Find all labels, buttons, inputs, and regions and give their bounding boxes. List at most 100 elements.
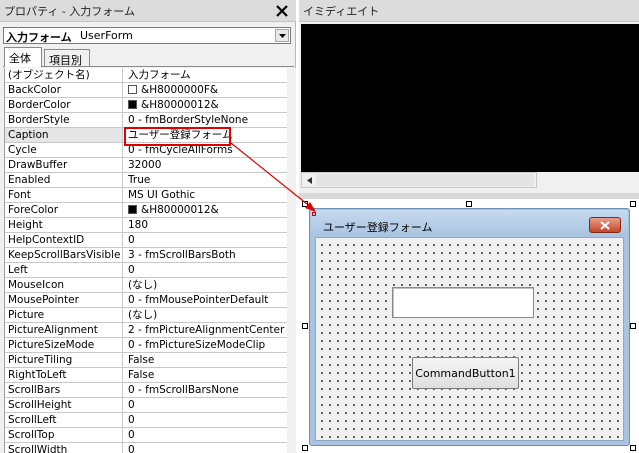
property-name: RightToLeft <box>5 368 123 382</box>
property-name: PictureAlignment <box>5 323 123 337</box>
userform-title-bar[interactable]: ユーザー登録フォーム <box>311 210 628 236</box>
property-value[interactable]: &H8000000F& <box>125 83 287 97</box>
property-value[interactable]: 0 <box>125 233 287 247</box>
property-value-text: (なし) <box>128 279 158 291</box>
userform-window[interactable]: ユーザー登録フォーム CommandButton1 <box>309 208 630 446</box>
property-value[interactable]: 180 <box>125 218 287 232</box>
property-value-text: &H80000012& <box>141 204 219 216</box>
property-value-text: 2 - fmPictureAlignmentCenter <box>128 324 285 336</box>
property-row[interactable]: ScrollWidth 0 <box>5 443 287 453</box>
property-value-text: MS UI Gothic <box>128 189 196 201</box>
property-row[interactable]: RightToLeft False <box>5 368 287 383</box>
property-name: ScrollTop <box>5 428 123 442</box>
property-name: HelpContextID <box>5 233 123 247</box>
property-row[interactable]: ScrollHeight 0 <box>5 398 287 413</box>
property-value-text: 180 <box>128 219 149 231</box>
property-row[interactable]: HelpContextID 0 <box>5 233 287 248</box>
immediate-title-bar[interactable]: イミディエイト <box>299 0 639 22</box>
property-row[interactable]: Enabled True <box>5 173 287 188</box>
property-row[interactable]: KeepScrollBarsVisible 3 - fmScrollBarsBot… <box>5 248 287 263</box>
property-row[interactable]: BorderStyle 0 - fmBorderStyleNone <box>5 113 287 128</box>
property-row[interactable]: PictureAlignment 2 - fmPictureAlignmentCe… <box>5 323 287 338</box>
resize-handle-top-right[interactable] <box>630 201 636 207</box>
properties-title: プロパティ - 入力フォーム <box>4 5 135 18</box>
object-selector-type: UserForm <box>80 29 133 42</box>
resize-handle-top[interactable] <box>466 201 472 207</box>
property-value[interactable]: 3 - fmScrollBarsBoth <box>125 248 287 262</box>
property-grid-scrollbar[interactable] <box>288 68 296 453</box>
property-row[interactable]: PictureSizeMode 0 - fmPictureSizeModeClip <box>5 338 287 353</box>
property-row[interactable]: MouseIcon (なし) <box>5 278 287 293</box>
property-value[interactable]: ユーザー登録フォーム <box>125 128 287 142</box>
property-value[interactable]: 32000 <box>125 158 287 172</box>
property-row[interactable]: Cycle 0 - fmCycleAllForms <box>5 143 287 158</box>
close-icon[interactable] <box>272 2 291 20</box>
property-value-text: 0 <box>128 429 135 441</box>
property-value[interactable]: 0 <box>125 443 287 453</box>
property-row[interactable]: ScrollTop 0 <box>5 428 287 443</box>
property-value[interactable]: 0 <box>125 428 287 442</box>
property-name: DrawBuffer <box>5 158 123 172</box>
object-selector[interactable]: 入力フォーム UserForm <box>3 27 291 44</box>
property-row[interactable]: Caption ユーザー登録フォーム <box>5 128 287 143</box>
immediate-input-area[interactable] <box>301 24 639 172</box>
textbox-control[interactable] <box>392 287 534 318</box>
property-value-text: 入力フォーム <box>128 69 191 81</box>
property-value[interactable]: 0 - fmBorderStyleNone <box>125 113 287 127</box>
property-row[interactable]: Font MS UI Gothic <box>5 188 287 203</box>
property-name: Font <box>5 188 123 202</box>
resize-handle-left[interactable] <box>302 323 308 329</box>
property-value[interactable]: &H80000012& <box>125 98 287 112</box>
property-row[interactable]: MousePointer 0 - fmMousePointerDefault <box>5 293 287 308</box>
resize-handle-bottom-right[interactable] <box>630 445 636 451</box>
property-row[interactable]: DrawBuffer 32000 <box>5 158 287 173</box>
close-icon[interactable] <box>589 217 621 233</box>
property-value-text: 0 - fmBorderStyleNone <box>128 114 249 126</box>
scroll-left-arrow-icon[interactable] <box>304 175 314 185</box>
property-row[interactable]: BorderColor &H80000012& <box>5 98 287 113</box>
tab-categorized[interactable]: 項目別 <box>44 49 90 67</box>
property-value[interactable]: 0 - fmMousePointerDefault <box>125 293 287 307</box>
property-row[interactable]: PictureTiling False <box>5 353 287 368</box>
property-row[interactable]: ScrollBars 0 - fmScrollBarsNone <box>5 383 287 398</box>
userform-client-area[interactable]: CommandButton1 <box>315 237 624 441</box>
property-value[interactable]: MS UI Gothic <box>125 188 287 202</box>
property-value-text: 0 <box>128 444 135 453</box>
property-value[interactable]: 0 - fmScrollBarsNone <box>125 383 287 397</box>
properties-window: プロパティ - 入力フォーム 入力フォーム UserForm 全体 項目別 (オ… <box>0 0 296 453</box>
property-row[interactable]: BackColor &H8000000F& <box>5 83 287 98</box>
property-value[interactable]: 0 - fmCycleAllForms <box>125 143 287 157</box>
command-button[interactable]: CommandButton1 <box>412 357 519 389</box>
property-row[interactable]: ScrollLeft 0 <box>5 413 287 428</box>
property-name: Caption <box>5 128 123 142</box>
chevron-down-icon[interactable] <box>275 29 289 42</box>
property-value-text: &H8000000F& <box>141 84 219 96</box>
property-row[interactable]: ForeColor &H80000012& <box>5 203 287 218</box>
resize-handle-top-left[interactable] <box>302 201 308 207</box>
property-value[interactable]: (なし) <box>125 308 287 322</box>
resize-handle-bottom-left[interactable] <box>302 445 308 451</box>
property-name: ScrollWidth <box>5 443 123 453</box>
userform-caption: ユーザー登録フォーム <box>323 221 433 234</box>
immediate-horizontal-scrollbar[interactable] <box>301 172 537 188</box>
property-value[interactable]: 2 - fmPictureAlignmentCenter <box>125 323 287 337</box>
property-row[interactable]: Picture (なし) <box>5 308 287 323</box>
property-row[interactable]: Left 0 <box>5 263 287 278</box>
property-value[interactable]: (なし) <box>125 278 287 292</box>
property-value[interactable]: 入力フォーム <box>125 68 287 82</box>
property-value[interactable]: True <box>125 173 287 187</box>
property-value[interactable]: False <box>125 353 287 367</box>
resize-handle-right[interactable] <box>630 323 636 329</box>
property-value[interactable]: 0 - fmPictureSizeModeClip <box>125 338 287 352</box>
property-value[interactable]: &H80000012& <box>125 203 287 217</box>
tab-divider <box>3 66 294 67</box>
property-row[interactable]: (オブジェクト名) 入力フォーム <box>5 68 287 83</box>
property-row[interactable]: Height 180 <box>5 218 287 233</box>
tab-alphabetic[interactable]: 全体 <box>4 47 42 67</box>
property-value[interactable]: 0 <box>125 413 287 427</box>
properties-title-bar[interactable]: プロパティ - 入力フォーム <box>0 0 296 22</box>
property-value[interactable]: 0 <box>125 398 287 412</box>
property-value[interactable]: 0 <box>125 263 287 277</box>
scrollbar-track[interactable] <box>316 174 534 186</box>
property-value[interactable]: False <box>125 368 287 382</box>
